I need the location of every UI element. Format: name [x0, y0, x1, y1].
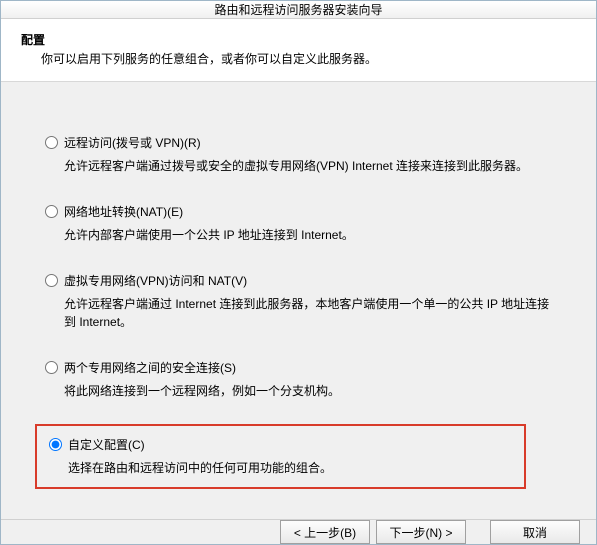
- option-secure-two-net-row[interactable]: 两个专用网络之间的安全连接(S): [45, 359, 560, 376]
- wizard-window: 路由和远程访问服务器安装向导 配置 你可以启用下列服务的任意组合，或者你可以自定…: [0, 0, 597, 545]
- option-secure-two-net-desc: 将此网络连接到一个远程网络，例如一个分支机构。: [45, 382, 560, 400]
- page-title: 配置: [21, 31, 576, 48]
- option-secure-two-net-label: 两个专用网络之间的安全连接(S): [64, 359, 236, 376]
- option-remote-access: 远程访问(拨号或 VPN)(R) 允许远程客户端通过拨号或安全的虚拟专用网络(V…: [39, 130, 566, 179]
- footer: < 上一步(B) 下一步(N) > 取消: [1, 519, 596, 544]
- option-custom-label: 自定义配置(C): [68, 436, 145, 453]
- option-custom-highlight: 自定义配置(C) 选择在路由和远程访问中的任何可用功能的组合。: [35, 424, 526, 489]
- window-title: 路由和远程访问服务器安装向导: [214, 1, 382, 18]
- option-remote-access-desc: 允许远程客户端通过拨号或安全的虚拟专用网络(VPN) Internet 连接来连…: [45, 157, 560, 175]
- option-vpn-nat-desc: 允许远程客户端通过 Internet 连接到此服务器，本地客户端使用一个单一的公…: [45, 295, 560, 331]
- titlebar: 路由和远程访问服务器安装向导: [1, 1, 596, 19]
- option-vpn-nat-row[interactable]: 虚拟专用网络(VPN)访问和 NAT(V): [45, 272, 560, 289]
- option-custom-row[interactable]: 自定义配置(C): [49, 436, 512, 453]
- option-secure-two-net: 两个专用网络之间的安全连接(S) 将此网络连接到一个远程网络，例如一个分支机构。: [39, 355, 566, 404]
- option-nat-row[interactable]: 网络地址转换(NAT)(E): [45, 203, 560, 220]
- radio-secure-two-net[interactable]: [45, 361, 58, 374]
- option-vpn-nat: 虚拟专用网络(VPN)访问和 NAT(V) 允许远程客户端通过 Internet…: [39, 268, 566, 335]
- cancel-button[interactable]: 取消: [490, 520, 580, 544]
- option-nat-desc: 允许内部客户端使用一个公共 IP 地址连接到 Internet。: [45, 226, 560, 244]
- radio-custom[interactable]: [49, 438, 62, 451]
- option-nat: 网络地址转换(NAT)(E) 允许内部客户端使用一个公共 IP 地址连接到 In…: [39, 199, 566, 248]
- option-remote-access-label: 远程访问(拨号或 VPN)(R): [64, 134, 201, 151]
- header-section: 配置 你可以启用下列服务的任意组合，或者你可以自定义此服务器。: [1, 19, 596, 82]
- option-custom: 自定义配置(C) 选择在路由和远程访问中的任何可用功能的组合。: [43, 432, 518, 481]
- option-remote-access-row[interactable]: 远程访问(拨号或 VPN)(R): [45, 134, 560, 151]
- next-button[interactable]: 下一步(N) >: [376, 520, 466, 544]
- option-vpn-nat-label: 虚拟专用网络(VPN)访问和 NAT(V): [64, 272, 247, 289]
- option-nat-label: 网络地址转换(NAT)(E): [64, 203, 183, 220]
- back-button[interactable]: < 上一步(B): [280, 520, 370, 544]
- option-custom-desc: 选择在路由和远程访问中的任何可用功能的组合。: [49, 459, 512, 477]
- page-subtitle: 你可以启用下列服务的任意组合，或者你可以自定义此服务器。: [21, 50, 576, 67]
- content-area: 远程访问(拨号或 VPN)(R) 允许远程客户端通过拨号或安全的虚拟专用网络(V…: [1, 82, 596, 519]
- radio-remote-access[interactable]: [45, 136, 58, 149]
- radio-vpn-nat[interactable]: [45, 274, 58, 287]
- radio-nat[interactable]: [45, 205, 58, 218]
